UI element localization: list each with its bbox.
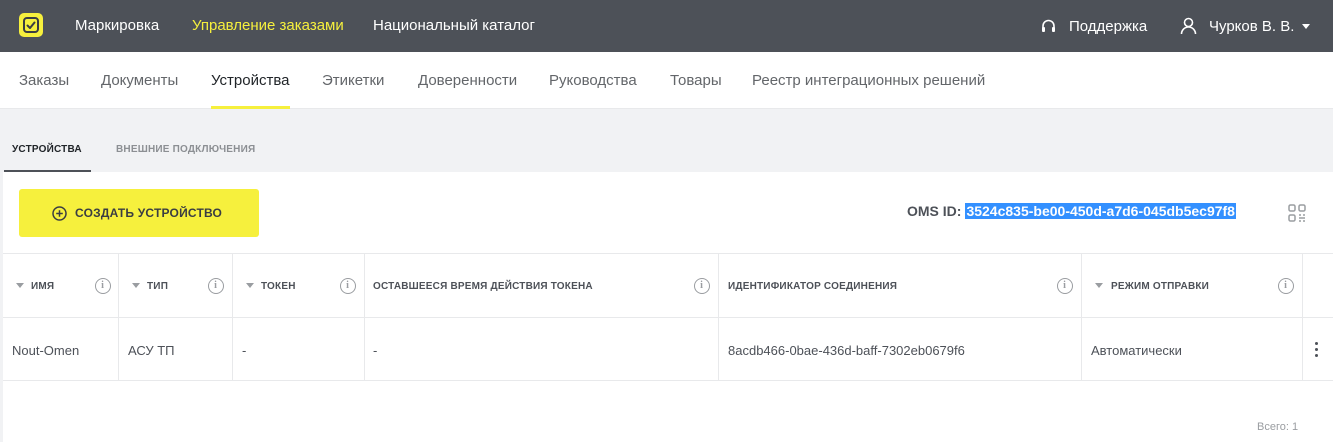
user-menu[interactable]: Чурков В. В. [1180, 15, 1311, 37]
oms-id-value[interactable]: 3524c835-be00-450d-a7d6-045db5ec97f8 [965, 203, 1236, 219]
create-device-button[interactable]: СОЗДАТЬ УСТРОЙСТВО [19, 189, 259, 237]
top-bar: Маркировка Управление заказами Националь… [0, 0, 1333, 52]
info-icon[interactable] [1278, 278, 1294, 294]
column-header-token[interactable]: ТОКЕН [233, 254, 365, 317]
column-header-type[interactable]: ТИП [119, 254, 233, 317]
cell-name: Nout-Omen [3, 318, 119, 380]
info-icon[interactable] [340, 278, 356, 294]
tab-external-connections[interactable]: ВНЕШНИЕ ПОДКЛЮЧЕНИЯ [116, 144, 255, 155]
info-icon[interactable] [1057, 278, 1073, 294]
subnav-item-integration-registry[interactable]: Реестр интеграционных решений [752, 72, 985, 89]
column-header-name[interactable]: ИМЯ [3, 254, 119, 317]
sort-icon[interactable] [246, 283, 254, 288]
info-icon[interactable] [95, 278, 111, 294]
section-nav: Заказы Документы Устройства Этикетки Дов… [0, 52, 1333, 109]
subnav-item-labels[interactable]: Этикетки [322, 72, 384, 89]
cell-type: АСУ ТП [119, 318, 233, 380]
column-header-send-mode[interactable]: РЕЖИМ ОТПРАВКИ [1082, 254, 1303, 317]
info-icon[interactable] [208, 278, 224, 294]
sort-icon[interactable] [132, 283, 140, 288]
user-name: Чурков В. В. [1209, 17, 1295, 35]
tab-devices[interactable]: УСТРОЙСТВА [12, 144, 82, 155]
headset-icon [1042, 19, 1055, 32]
devices-table: ИМЯ ТИП ТОКЕН ОСТАВШЕЕСЯ ВРЕМЯ ДЕЙСТВИЯ … [3, 253, 1333, 381]
chevron-down-icon [1302, 23, 1311, 29]
active-tab-indicator [211, 106, 290, 109]
subnav-item-orders[interactable]: Заказы [19, 72, 69, 89]
oms-id-label: OMS ID: [907, 203, 962, 219]
oms-id: OMS ID: 3524c835-be00-450d-a7d6-045db5ec… [907, 203, 1236, 219]
sort-icon[interactable] [1095, 283, 1103, 288]
subnav-item-devices[interactable]: Устройства [211, 72, 289, 89]
create-device-label: СОЗДАТЬ УСТРОЙСТВО [75, 206, 223, 220]
row-actions-menu-icon[interactable] [1313, 342, 1319, 360]
table-row[interactable]: Nout-Omen АСУ ТП - - 8acdb466-0bae-436d-… [3, 317, 1333, 381]
support-link[interactable]: Поддержка [1040, 15, 1147, 37]
topnav-order-management[interactable]: Управление заказами [192, 17, 344, 34]
marking-logo-icon[interactable] [19, 13, 43, 37]
user-icon [1180, 17, 1197, 35]
qr-code-icon[interactable] [1288, 204, 1306, 222]
total-count: Всего: 1 [1257, 421, 1299, 433]
subnav-item-documents[interactable]: Документы [101, 72, 178, 89]
cell-token-remaining-time: - [365, 318, 719, 380]
info-icon[interactable] [694, 278, 710, 294]
support-label: Поддержка [1069, 17, 1148, 35]
column-header-token-remaining-time[interactable]: ОСТАВШЕЕСЯ ВРЕМЯ ДЕЙСТВИЯ ТОКЕНА [365, 254, 719, 317]
column-header-connection-id[interactable]: ИДЕНТИФИКАТОР СОЕДИНЕНИЯ [719, 254, 1082, 317]
table-header: ИМЯ ТИП ТОКЕН ОСТАВШЕЕСЯ ВРЕМЯ ДЕЙСТВИЯ … [3, 253, 1333, 317]
subnav-item-powers-of-attorney[interactable]: Доверенности [418, 72, 517, 89]
topnav-national-catalog[interactable]: Национальный каталог [373, 17, 535, 34]
sort-icon[interactable] [16, 283, 24, 288]
cell-connection-id: 8acdb466-0bae-436d-baff-7302eb0679f6 [719, 318, 1082, 380]
subnav-item-products[interactable]: Товары [670, 72, 722, 89]
plus-circle-icon [52, 205, 67, 221]
subnav-item-manuals[interactable]: Руководства [549, 72, 637, 89]
cell-send-mode: Автоматически [1082, 318, 1303, 380]
cell-token: - [233, 318, 365, 380]
topnav-marking[interactable]: Маркировка [75, 17, 159, 34]
